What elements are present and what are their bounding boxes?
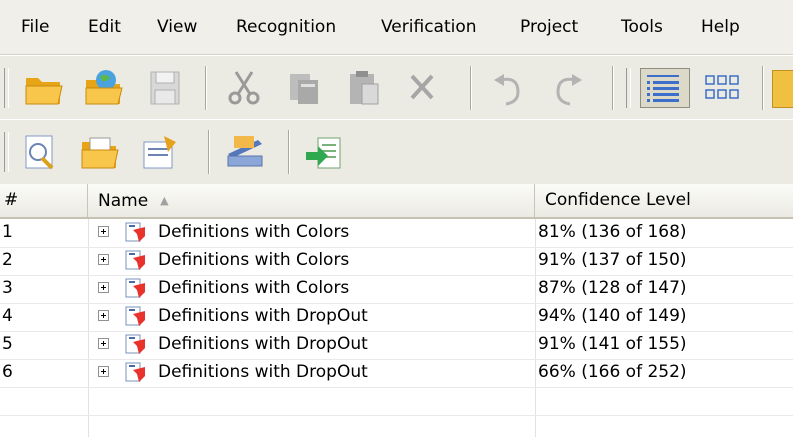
main-toolbar — [0, 55, 793, 120]
definition-settings-icon[interactable] — [18, 132, 62, 172]
copy-icon[interactable] — [282, 68, 326, 108]
row-confidence: 94% (140 of 149) — [538, 306, 687, 326]
cut-icon[interactable] — [222, 68, 266, 108]
table-row[interactable]: 1 Definitions with Colors 81% (136 of 16… — [0, 219, 793, 247]
table-row[interactable]: 6 Definitions with DropOut 66% (166 of 2… — [0, 359, 793, 387]
row-number: 6 — [2, 362, 13, 382]
scan-icon[interactable] — [222, 132, 266, 172]
toolbar2-grip[interactable] — [4, 132, 9, 172]
paste-icon[interactable] — [342, 68, 386, 108]
row-name: Definitions with Colors — [158, 222, 350, 242]
row-confidence: 91% (141 of 155) — [538, 334, 687, 354]
row-confidence: 91% (137 of 150) — [538, 250, 687, 270]
row-confidence: 81% (136 of 168) — [538, 222, 687, 242]
definition-icon — [125, 222, 145, 242]
menu-edit[interactable]: Edit — [88, 0, 121, 54]
sort-ascending-icon: ▲ — [160, 194, 169, 207]
expand-icon[interactable] — [98, 338, 109, 349]
table-row[interactable]: 2 Definitions with Colors 91% (137 of 15… — [0, 247, 793, 275]
row-number: 2 — [2, 250, 13, 270]
menu-file[interactable]: File — [21, 0, 49, 54]
toolbar-overflow-icon[interactable] — [772, 70, 793, 108]
toolbar-grip-2[interactable] — [626, 68, 631, 108]
row-name: Definitions with DropOut — [158, 334, 368, 354]
column-header-number[interactable]: # — [0, 184, 88, 217]
definition-icon — [125, 278, 145, 298]
row-number: 4 — [2, 306, 13, 326]
row-confidence: 66% (166 of 252) — [538, 362, 687, 382]
menu-view[interactable]: View — [157, 0, 197, 54]
expand-icon[interactable] — [98, 310, 109, 321]
definition-icon — [125, 334, 145, 354]
row-name: Definitions with Colors — [158, 278, 350, 298]
toolbar-grip[interactable] — [4, 68, 9, 108]
properties-icon[interactable] — [138, 132, 182, 172]
expand-icon[interactable] — [98, 226, 109, 237]
menu-project[interactable]: Project — [520, 0, 578, 54]
open-batch-icon[interactable] — [78, 132, 122, 172]
details-view-icon[interactable] — [640, 68, 690, 108]
definition-icon — [125, 362, 145, 382]
menu-bar: File Edit View Recognition Verification … — [0, 0, 793, 55]
expand-icon[interactable] — [98, 254, 109, 265]
table-row[interactable]: 5 Definitions with DropOut 91% (141 of 1… — [0, 331, 793, 359]
redo-icon[interactable] — [546, 68, 590, 108]
definition-icon — [125, 250, 145, 270]
table-row[interactable]: 4 Definitions with DropOut 94% (140 of 1… — [0, 303, 793, 331]
menu-help[interactable]: Help — [701, 0, 740, 54]
results-grid: # Name ▲ Confidence Level 1 Definitions w… — [0, 184, 793, 437]
expand-icon[interactable] — [98, 282, 109, 293]
secondary-toolbar — [0, 119, 793, 185]
column-header-confidence[interactable]: Confidence Level — [535, 184, 793, 217]
menu-recognition[interactable]: Recognition — [236, 0, 336, 54]
save-icon[interactable] — [143, 68, 187, 108]
row-number: 5 — [2, 334, 13, 354]
row-name: Definitions with Colors — [158, 250, 350, 270]
row-confidence: 87% (128 of 147) — [538, 278, 687, 298]
menu-tools[interactable]: Tools — [621, 0, 663, 54]
column-header-name-label: Name — [98, 191, 149, 211]
menu-verification[interactable]: Verification — [381, 0, 477, 54]
table-row[interactable]: 3 Definitions with Colors 87% (128 of 14… — [0, 275, 793, 303]
definition-icon — [125, 306, 145, 326]
column-header-name[interactable]: Name ▲ — [88, 184, 535, 217]
open-web-icon[interactable] — [82, 68, 126, 108]
app-window: File Edit View Recognition Verification … — [0, 0, 793, 437]
undo-icon[interactable] — [486, 68, 530, 108]
expand-icon[interactable] — [98, 366, 109, 377]
row-number: 3 — [2, 278, 13, 298]
export-icon[interactable] — [302, 132, 346, 172]
grid-header: # Name ▲ Confidence Level — [0, 184, 793, 219]
thumbnails-view-icon[interactable] — [700, 68, 744, 108]
row-number: 1 — [2, 222, 13, 242]
delete-icon[interactable] — [400, 68, 444, 108]
open-folder-icon[interactable] — [22, 68, 66, 108]
row-name: Definitions with DropOut — [158, 362, 368, 382]
row-name: Definitions with DropOut — [158, 306, 368, 326]
